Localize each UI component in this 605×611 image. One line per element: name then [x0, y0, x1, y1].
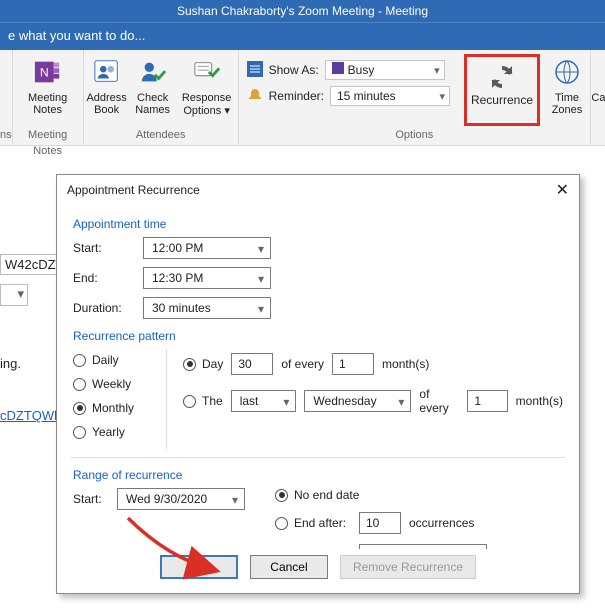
dialog-title: Appointment Recurrence [67, 183, 200, 197]
section-appointment-time: Appointment time [73, 217, 563, 231]
response-options-button[interactable]: Response Options ▾ [176, 54, 238, 119]
time-zones-label: Time Zones [552, 92, 583, 116]
bg-combo[interactable] [0, 284, 28, 306]
the-of-every-text: of every [419, 387, 459, 415]
bg-frag-2: ing. [0, 356, 21, 371]
close-button[interactable]: ✕ [556, 180, 569, 200]
reminder-icon [247, 87, 263, 106]
of-every-text: of every [281, 357, 324, 371]
pattern-day-option-radio[interactable]: Day [183, 357, 223, 371]
recurrence-label: Recurrence [471, 93, 533, 107]
dialog-buttons: OK Cancel Remove Recurrence [57, 549, 579, 593]
response-options-label: Response Options ▾ [182, 92, 232, 117]
duration-label: Duration: [73, 301, 133, 315]
weekday-select[interactable]: Wednesday [304, 390, 411, 412]
end-after-radio[interactable]: End after: [275, 516, 351, 530]
end-time-select[interactable]: 12:30 PM [143, 267, 271, 289]
show-as-icon [247, 61, 263, 80]
meeting-notes-label: Meeting Notes [28, 92, 67, 116]
categorize-button[interactable]: Categorize [591, 54, 605, 106]
busy-color-swatch [332, 62, 344, 74]
range-start-label: Start: [73, 492, 109, 506]
check-names-button[interactable]: Check Names [130, 54, 176, 118]
every-n-months-input[interactable]: 1 [332, 353, 374, 375]
svg-text:N: N [39, 66, 48, 80]
check-names-icon [137, 56, 169, 88]
show-as-select[interactable]: Busy [325, 60, 445, 80]
globe-icon [551, 56, 583, 88]
tell-me-text: e what you want to do... [8, 28, 145, 43]
recurrence-button[interactable]: Recurrence [464, 54, 540, 126]
pattern-monthly-radio[interactable]: Monthly [73, 401, 166, 415]
end-by-select[interactable]: Wed 6/30/2021 [359, 544, 487, 549]
appointment-recurrence-dialog: Appointment Recurrence ✕ Appointment tim… [56, 174, 580, 594]
pattern-yearly-radio[interactable]: Yearly [73, 425, 166, 439]
check-names-label: Check Names [135, 92, 170, 116]
group-label-attendees: Attendees [84, 127, 238, 145]
reminder-select[interactable]: 15 minutes [330, 86, 450, 106]
reminder-label: Reminder: [269, 89, 324, 103]
ok-button[interactable]: OK [160, 555, 238, 579]
window-title: Sushan Chakraborty's Zoom Meeting - Meet… [177, 4, 428, 18]
tell-me-bar[interactable]: e what you want to do... [0, 22, 605, 48]
show-as-value: Busy [348, 63, 375, 77]
section-range: Range of recurrence [73, 468, 563, 482]
day-of-month-input[interactable]: 30 [231, 353, 273, 375]
meeting-notes-button[interactable]: N Meeting Notes [13, 54, 83, 118]
remove-recurrence-button[interactable]: Remove Recurrence [340, 555, 476, 579]
reminder-value: 15 minutes [337, 89, 396, 103]
pattern-the-option-radio[interactable]: The [183, 394, 223, 408]
section-recurrence-pattern: Recurrence pattern [73, 329, 563, 343]
show-as-label: Show As: [269, 63, 319, 77]
pattern-daily-radio[interactable]: Daily [73, 353, 166, 367]
duration-select[interactable]: 30 minutes [143, 297, 271, 319]
the-every-n-months-input[interactable]: 1 [467, 390, 507, 412]
end-after-input[interactable]: 10 [359, 512, 401, 534]
address-book-icon [91, 56, 123, 88]
cancel-button[interactable]: Cancel [250, 555, 328, 579]
onenote-icon: N [32, 56, 64, 88]
response-options-icon [191, 56, 223, 88]
address-book-label: Address Book [86, 92, 126, 116]
ribbon: ns N Meeting Notes Meeting Notes Address… [0, 48, 605, 146]
pattern-weekly-radio[interactable]: Weekly [73, 377, 166, 391]
start-time-label: Start: [73, 241, 133, 255]
window-titlebar: Sushan Chakraborty's Zoom Meeting - Meet… [0, 0, 605, 22]
start-time-select[interactable]: 12:00 PM [143, 237, 271, 259]
months-suffix-text: month(s) [382, 357, 429, 371]
end-time-label: End: [73, 271, 133, 285]
no-end-date-radio[interactable]: No end date [275, 488, 359, 502]
ordinal-select[interactable]: last [231, 390, 297, 412]
time-zones-button[interactable]: Time Zones [544, 54, 590, 118]
group-label-left-frag: ns [0, 127, 12, 145]
group-label-meeting-notes: Meeting Notes [13, 127, 83, 145]
range-start-select[interactable]: Wed 9/30/2020 [117, 488, 245, 510]
bg-frag-link[interactable]: cDZTQWh [0, 408, 61, 423]
dialog-titlebar: Appointment Recurrence ✕ [57, 175, 579, 205]
recurrence-icon [486, 61, 518, 93]
the-months-suffix-text: month(s) [516, 394, 563, 408]
occurrences-text: occurrences [409, 516, 474, 530]
group-label-options: Options [239, 127, 590, 145]
divider [71, 457, 565, 458]
categorize-label: Categorize [591, 92, 605, 104]
address-book-button[interactable]: Address Book [84, 54, 130, 118]
